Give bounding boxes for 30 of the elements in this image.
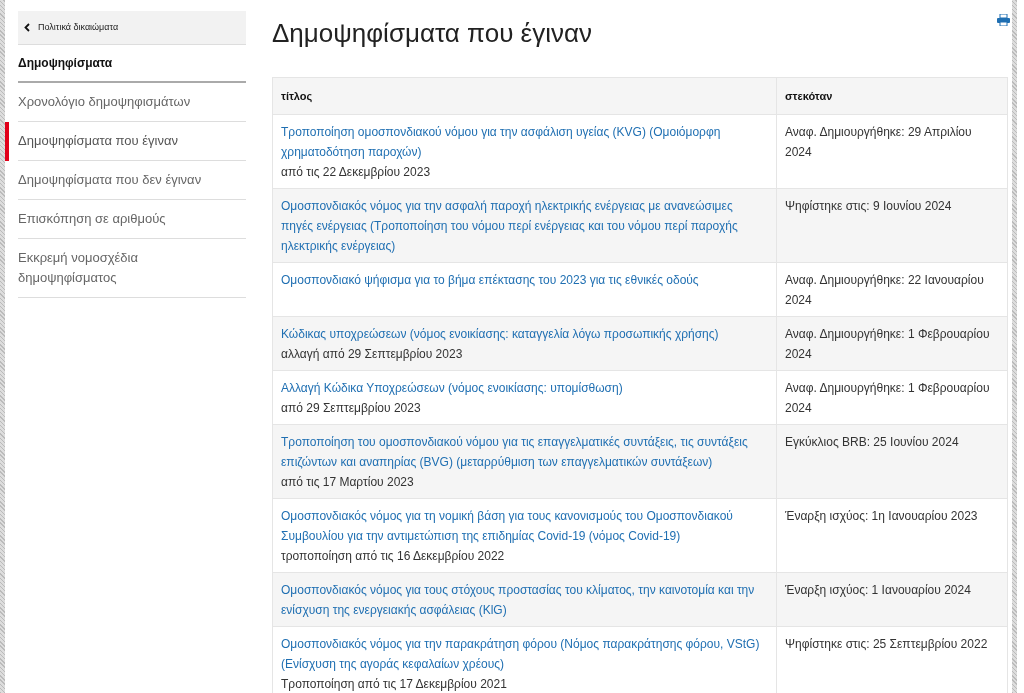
amendment-date: Τροποποίηση από τις 17 Δεκεμβρίου 2021 [281,676,508,693]
sidebar-item[interactable]: Χρονολόγιο δημοψηφισμάτων [18,83,246,122]
referendum-link[interactable]: Ομοσπονδιακός νόμος για τη νομική βάση για τους κανονισμούς του Ομοσπονδιακού Συμβουλίου για την αντιμετώπιση της επιδημίας Covid-19 (νόμος Covid-19) [281,506,768,546]
referendum-link[interactable]: Τροποποίηση του ομοσπονδιακού νόμου για τις επαγγελματικές συντάξεις, τις συντάξεις επιζώντων και αναπηρίας (BVG) (μεταρρύθμιση των επαγγελματικών συντάξεων) [281,432,768,472]
amendment-date: από τις 17 Μαρτίου 2023 [281,474,415,491]
sidebar-heading: Δημοψηφίσματα [18,45,246,83]
status-cell: Αναφ. Δημιουργήθηκε: 1 Φεβρουαρίου 2024 [776,316,1008,371]
sidebar-item[interactable]: Δημοψηφίσματα που έγιναν [18,122,246,161]
referendum-link[interactable]: Κώδικας υποχρεώσεων (νόμος ενοικίασης: καταγγελία λόγω προσωπικής χρήσης) [281,324,768,344]
amendment-date: από τις 22 Δεκεμβρίου 2023 [281,164,432,181]
sidebar-item[interactable]: Επισκόπηση σε αριθμούς [18,200,246,239]
sidebar-item[interactable]: Εκκρεμή νομοσχέδια δημοψηφίσματος [18,239,246,298]
page-title: Δημοψηφίσματα που έγιναν [272,17,592,50]
referendum-link[interactable]: Ομοσπονδιακός νόμος για την παρακράτηση φόρου (Νόμος παρακράτησης φόρου, VStG) (Ενίσχυση της αγοράς κεφαλαίων χρέους) [281,634,768,674]
referendum-link[interactable]: Αλλαγή Κώδικα Υποχρεώσεων (νόμος ενοικίασης: υπομίσθωση) [281,378,768,398]
column-header: στεκόταν [776,77,1008,115]
back-link[interactable]: Πολιτικά δικαιώματα [18,11,246,45]
status-cell: Αναφ. Δημιουργήθηκε: 29 Απριλίου 2024 [776,114,1008,189]
status-cell: Αναφ. Δημιουργήθηκε: 22 Ιανουαρίου 2024 [776,262,1008,317]
status-cell: Εγκύκλιος BRB: 25 Ιουνίου 2024 [776,424,1008,499]
referendum-link[interactable]: Τροποποίηση ομοσπονδιακού νόμου για την ασφάλιση υγείας (KVG) (Ομοιόμορφη χρηματοδότηση παροχών) [281,122,768,162]
amendment-date: αλλαγή από 29 Σεπτεμβρίου 2023 [281,346,464,363]
amendment-date: από 29 Σεπτεμβρίου 2023 [281,400,422,417]
status-cell: Έναρξη ισχύος: 1η Ιανουαρίου 2023 [776,498,1008,573]
status-cell: Αναφ. Δημιουργήθηκε: 1 Φεβρουαρίου 2024 [776,370,1008,425]
column-header: τίτλος [272,77,777,115]
amendment-date: τροποποίηση από τις 16 Δεκεμβρίου 2022 [281,548,506,565]
status-cell: Έναρξη ισχύος: 1 Ιανουαρίου 2024 [776,572,1008,627]
sidebar-item[interactable]: Δημοψηφίσματα που δεν έγιναν [18,161,246,200]
status-cell: Ψηφίστηκε στις: 9 Ιουνίου 2024 [776,188,1008,263]
